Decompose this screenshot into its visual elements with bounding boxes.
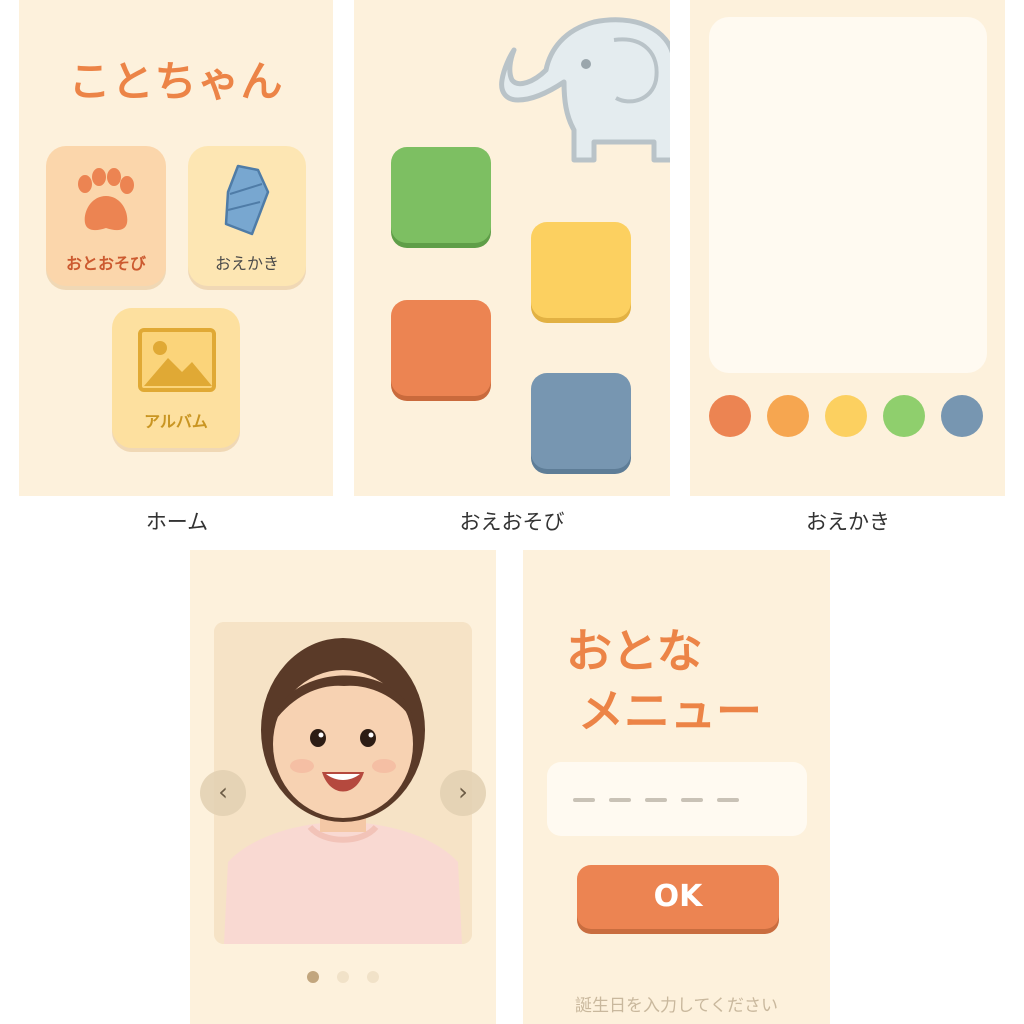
birthday-hint: 誕生日を入力してください: [575, 996, 778, 1016]
adult-menu-screen: おとな メニュー OK 誕生日を入力してください: [523, 550, 830, 1024]
paw-icon: [78, 168, 134, 231]
album-screen: ‹ ›: [190, 550, 496, 1024]
album-tile[interactable]: アルバム: [112, 308, 240, 448]
drawing-canvas[interactable]: [709, 17, 987, 373]
password-dash: [645, 798, 667, 802]
password-dash: [681, 798, 703, 802]
baby-portrait-image: [214, 622, 472, 944]
baby-photo: [214, 622, 472, 944]
draw-tile-label: おえかき: [214, 254, 279, 273]
draw-screen: [690, 0, 1005, 496]
draw-caption: おえかき: [806, 510, 890, 534]
color-light-orange[interactable]: [767, 395, 809, 437]
ok-button[interactable]: OK: [577, 865, 779, 929]
play-screen: [354, 0, 670, 496]
color-blue[interactable]: [941, 395, 983, 437]
crayon-icon: [224, 164, 270, 236]
page-dot[interactable]: [337, 971, 349, 983]
adult-title-line1: おとな: [566, 624, 703, 678]
page-dot[interactable]: [367, 971, 379, 983]
color-green[interactable]: [883, 395, 925, 437]
adult-title-line2: メニュー: [578, 684, 762, 738]
prev-photo-button[interactable]: ‹: [200, 770, 246, 816]
password-dash: [717, 798, 739, 802]
page-dot-active[interactable]: [307, 971, 319, 983]
orange-block[interactable]: [391, 300, 491, 396]
password-dash: [573, 798, 595, 802]
elephant-icon: [499, 17, 670, 163]
play-tile-label: おとおそび: [65, 254, 146, 273]
play-caption: おえおそび: [459, 510, 565, 534]
app-title: ことちゃん: [68, 57, 284, 106]
next-photo-button[interactable]: ›: [440, 770, 486, 816]
yellow-block[interactable]: [531, 222, 631, 318]
home-screen: ことちゃん おとおそび おえかき アルバム: [19, 0, 333, 496]
color-orange[interactable]: [709, 395, 751, 437]
home-caption: ホーム: [145, 510, 209, 534]
password-dash: [609, 798, 631, 802]
play-tile[interactable]: おとおそび: [46, 146, 166, 286]
draw-tile[interactable]: おえかき: [188, 146, 306, 286]
green-block[interactable]: [391, 147, 491, 243]
blue-block[interactable]: [531, 373, 631, 469]
photo-icon: [138, 328, 216, 392]
album-tile-label: アルバム: [144, 412, 208, 431]
color-yellow[interactable]: [825, 395, 867, 437]
password-field[interactable]: [547, 762, 807, 836]
